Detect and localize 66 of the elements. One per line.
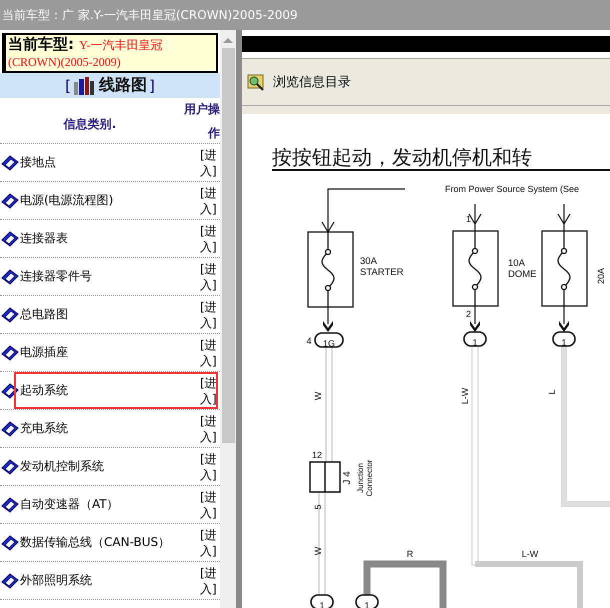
- diagram-label: 2: [466, 309, 471, 319]
- diagram-label: 1: [320, 600, 324, 608]
- enter-link[interactable]: [进入]: [200, 260, 217, 292]
- toolbar-label[interactable]: 浏览信息目录: [273, 73, 351, 91]
- diagram-label: 12: [312, 450, 322, 460]
- enter-link[interactable]: [进入]: [200, 412, 217, 444]
- diagram-label: 5: [313, 504, 323, 510]
- category-link[interactable]: 外部照明系统: [20, 572, 200, 589]
- category-link[interactable]: 连接器零件号: [20, 268, 200, 285]
- arrowhead-icon: [559, 321, 569, 332]
- diagram-label: R: [406, 549, 414, 559]
- diagram-label: 4: [306, 336, 312, 346]
- enter-link[interactable]: [进入]: [200, 374, 217, 406]
- car-model-box: 当前车型: Y-一汽丰田皇冠(CROWN)(2005-2009): [2, 33, 218, 73]
- diagram-label: 1: [472, 337, 478, 348]
- category-link[interactable]: 接地点: [20, 154, 200, 171]
- category-link[interactable]: 连接器表: [20, 230, 200, 247]
- diagram-label: DOME: [508, 269, 536, 280]
- category-link[interactable]: 数据传输总线（CAN-BUS）: [20, 534, 200, 551]
- enter-link[interactable]: [进入]: [200, 222, 217, 254]
- title-text: 当前车型：广 家.Y-一汽丰田皇冠(CROWN)2005-2009: [2, 6, 298, 24]
- diagram-title: 按按钮起动，发动机停机和转: [272, 145, 532, 169]
- column-header: 信息类别.: [62, 116, 118, 133]
- bracket-text: ]: [149, 76, 155, 94]
- diagram-label: L-W: [460, 388, 470, 404]
- enter-link[interactable]: [进入]: [200, 526, 217, 558]
- diagram-label: 1: [364, 600, 370, 608]
- arrowhead-icon: [323, 321, 333, 332]
- diagram-label: 20A: [596, 268, 606, 284]
- diagram-label: From Power Source System (See: [445, 184, 580, 194]
- category-link[interactable]: 电源(电源流程图): [20, 192, 200, 209]
- category-link[interactable]: 充电系统: [20, 420, 200, 437]
- diagram-label: W: [313, 546, 323, 556]
- bracket-text: [: [65, 76, 71, 94]
- diagram-label: Connector: [365, 460, 374, 496]
- diagram-label: 30A: [360, 256, 377, 267]
- folder-search-icon[interactable]: [247, 73, 265, 91]
- diagram-label: L: [547, 390, 557, 394]
- enter-link[interactable]: [进入]: [200, 298, 217, 330]
- diagram-label: W: [313, 392, 323, 400]
- arrowhead-icon: [470, 321, 480, 332]
- enter-link[interactable]: [进入]: [200, 336, 217, 368]
- category-link[interactable]: 发动机控制系统: [20, 458, 200, 475]
- diagram-label: 10A: [508, 258, 525, 269]
- enter-link[interactable]: [进入]: [200, 488, 217, 520]
- enter-link[interactable]: [进入]: [200, 184, 217, 216]
- column-header: 用户操作: [183, 100, 220, 142]
- scrollbar[interactable]: [220, 30, 236, 608]
- diagram-label: J 4: [342, 471, 353, 485]
- category-link[interactable]: 电源插座: [20, 344, 200, 361]
- diagram-label: 1: [466, 214, 471, 224]
- category-link[interactable]: 起动系统: [20, 382, 200, 399]
- diagram-label: STARTER: [360, 267, 404, 278]
- enter-link[interactable]: [进入]: [200, 146, 217, 178]
- scroll-thumb[interactable]: [222, 48, 234, 443]
- category-link[interactable]: 总电路图: [20, 306, 200, 323]
- category-link[interactable]: 自动变速器（AT）: [20, 496, 200, 513]
- junction-connector: [309, 461, 341, 493]
- enter-link[interactable]: [进入]: [200, 450, 217, 482]
- books-icon: [73, 76, 95, 96]
- enter-link[interactable]: [进入]: [200, 564, 217, 596]
- diagram-label: 1: [562, 337, 566, 348]
- diagram-label: Junction: [356, 463, 365, 493]
- diagram-label: 1G: [323, 338, 335, 348]
- section-title: 线路图: [99, 75, 147, 96]
- diagram-label: L-W: [522, 549, 538, 559]
